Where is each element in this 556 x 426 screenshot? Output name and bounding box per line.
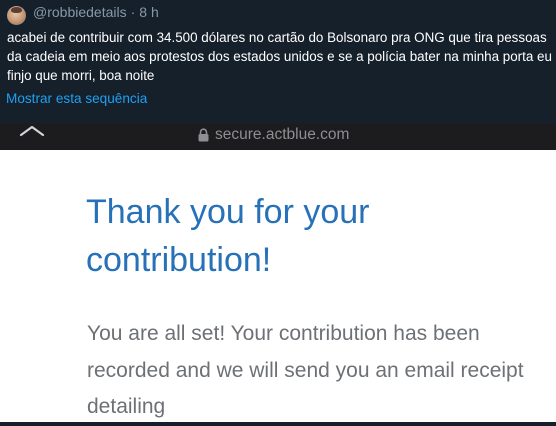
browser-address-bar: secure.actblue.com: [0, 124, 556, 150]
lock-icon: [198, 128, 209, 142]
tweet: @robbiedetails · 8 h acabei de contribuir …: [0, 0, 556, 124]
page-title: Thank you for your contribution!: [86, 193, 370, 279]
url-text: secure.actblue.com: [215, 126, 350, 143]
tweet-handle[interactable]: @robbiedetails: [33, 4, 127, 20]
meta-separator: ·: [130, 4, 136, 20]
avatar[interactable]: [7, 6, 26, 25]
tweet-text: acabei de contribuir com 34.500 dólares …: [7, 30, 552, 83]
url-field[interactable]: secure.actblue.com: [198, 125, 349, 145]
page-content: Thank you for your contribution! You are…: [0, 150, 556, 422]
chevron-up-icon[interactable]: [19, 125, 45, 137]
show-thread-link[interactable]: Mostrar esta sequência: [6, 91, 147, 106]
tweet-time[interactable]: 8 h: [139, 4, 158, 20]
confirmation-message: You are all set! Your contribution has b…: [87, 322, 524, 418]
tweet-meta: @robbiedetails · 8 h: [33, 4, 159, 20]
